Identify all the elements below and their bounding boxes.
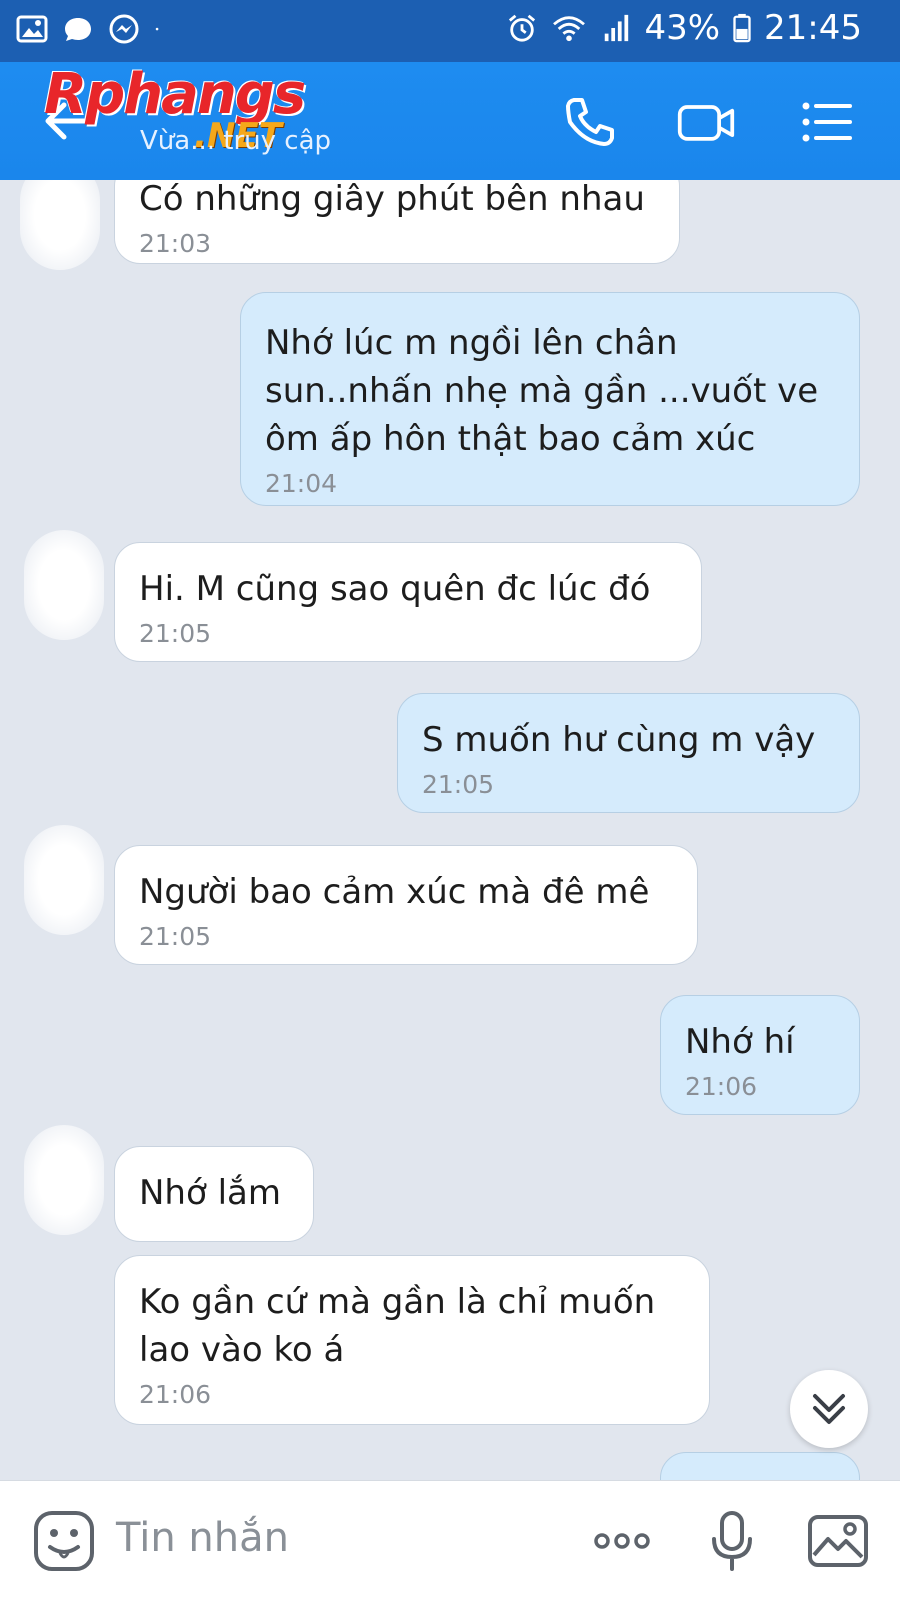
message-time: 21:05 <box>422 770 495 799</box>
message-text: Nhớ lúc m ngồi lên chân sun..nhấn nhẹ mà… <box>265 323 819 459</box>
message-bubble-incoming[interactable]: Nhớ lắm <box>114 1146 314 1242</box>
messenger-notification-icon <box>109 14 139 44</box>
avatar[interactable] <box>24 1125 104 1235</box>
message-time: 21:06 <box>685 1072 758 1101</box>
message-text: Nhớ hí <box>685 1022 795 1062</box>
alarm-icon <box>509 14 536 42</box>
message-bubble-outgoing[interactable]: Nhớ hí 21:06 <box>660 995 860 1115</box>
double-chevron-down-icon <box>813 1394 845 1424</box>
message-bubble-outgoing[interactable]: S muốn hư cùng m vậy 21:05 <box>397 693 860 813</box>
clock: 21:45 <box>764 8 862 48</box>
chat-header: Rphangs .NET Vừa... truy cập <box>0 62 900 180</box>
message-list[interactable]: Có những giây phút bên nhau 21:03 Nhớ lú… <box>0 180 900 1480</box>
more-options-icon[interactable] <box>590 1509 654 1573</box>
avatar[interactable] <box>20 180 100 270</box>
status-bar: 43% 21:45 <box>0 0 900 62</box>
status-notifications <box>16 14 168 44</box>
message-bubble-outgoing[interactable]: Nhớ lúc m ngồi lên chân sun..nhấn nhẹ mà… <box>240 292 860 506</box>
message-bubble-incoming[interactable]: Ko gần cứ mà gần là chỉ muốn lao vào ko … <box>114 1255 710 1425</box>
message-input-bar: Tin nhắn <box>0 1480 900 1600</box>
chat-bubble-notification-icon <box>65 18 91 41</box>
avatar[interactable] <box>24 825 104 935</box>
battery-percent: 43% <box>644 8 721 48</box>
message-time: 21:03 <box>139 229 212 258</box>
phone-call-icon[interactable] <box>560 92 620 152</box>
video-call-icon[interactable] <box>676 92 736 152</box>
message-time: 21:05 <box>139 619 212 648</box>
message-time: 21:06 <box>139 1380 212 1409</box>
message-time: 21:04 <box>265 469 338 498</box>
message-bubble-incoming[interactable]: Người bao cảm xúc mà đê mê 21:05 <box>114 845 698 965</box>
status-system: 43% 21:45 <box>506 8 862 48</box>
gallery-notification-icon <box>16 15 48 43</box>
scroll-to-bottom-button[interactable] <box>790 1370 868 1448</box>
message-text: Ko gần cứ mà gần là chỉ muốn lao vào ko … <box>139 1282 656 1370</box>
message-time: 21:05 <box>139 922 212 951</box>
message-input[interactable]: Tin nhắn <box>116 1515 289 1561</box>
message-text: Người bao cảm xúc mà đê mê <box>139 872 650 912</box>
message-text: Hi. M cũng sao quên đc lúc đó <box>139 569 651 609</box>
message-bubble-incoming[interactable]: Có những giây phút bên nhau 21:03 <box>114 180 680 264</box>
image-gallery-icon[interactable] <box>806 1509 870 1573</box>
message-bubble-incoming[interactable]: Hi. M cũng sao quên đc lúc đó 21:05 <box>114 542 702 662</box>
signal-icon <box>605 14 629 42</box>
avatar[interactable] <box>24 530 104 640</box>
battery-icon <box>733 13 751 43</box>
microphone-icon[interactable] <box>700 1509 764 1573</box>
message-text: S muốn hư cùng m vậy <box>422 720 816 760</box>
message-text: Có những giây phút bên nhau <box>139 180 645 219</box>
menu-list-icon[interactable] <box>796 92 856 152</box>
message-text: Nhớ lắm <box>139 1173 281 1213</box>
dot-icon <box>155 27 159 31</box>
sticker-emoji-icon[interactable] <box>32 1509 96 1573</box>
last-seen-status: Vừa... truy cập <box>140 126 332 156</box>
message-bubble-outgoing[interactable] <box>660 1452 860 1480</box>
wifi-icon <box>553 16 586 42</box>
